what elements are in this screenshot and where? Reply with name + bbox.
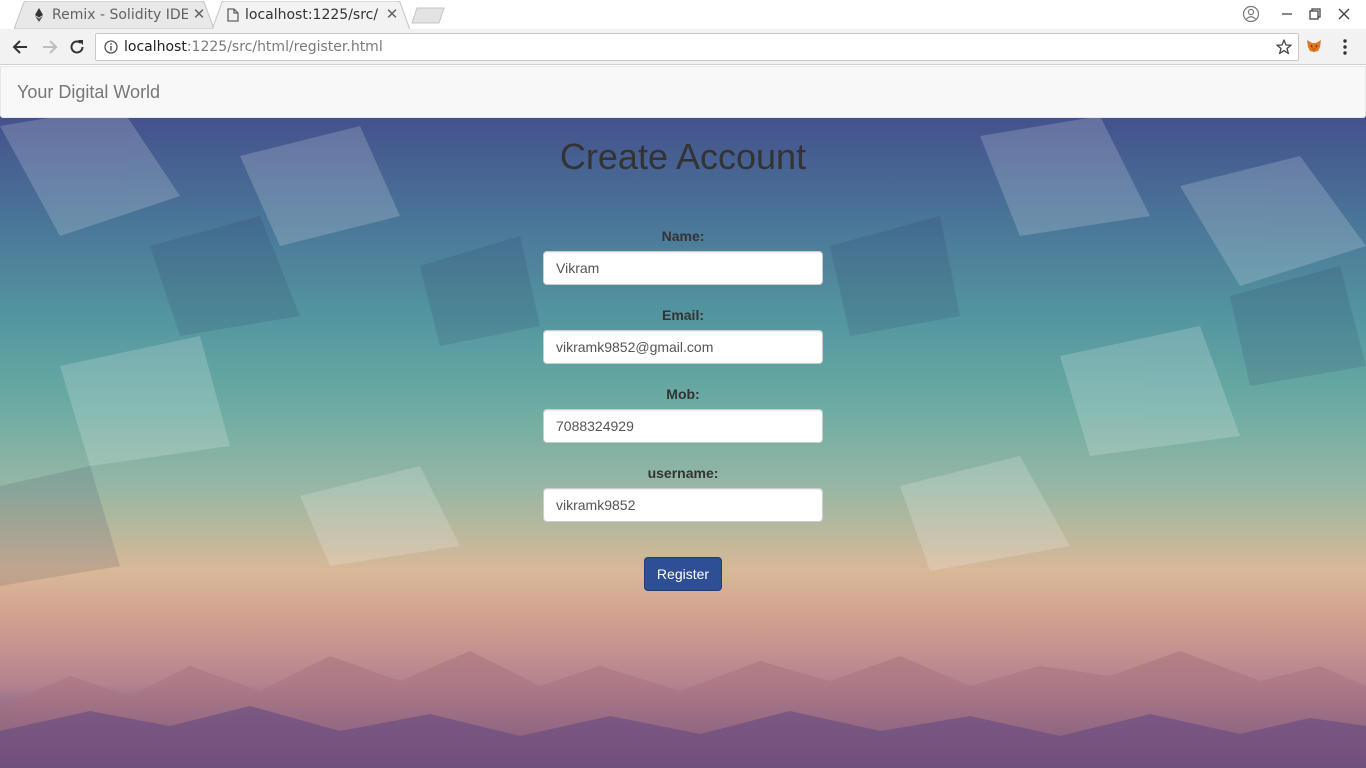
email-label: Email: bbox=[661, 307, 704, 323]
kebab-menu-icon[interactable] bbox=[1336, 37, 1354, 57]
close-icon[interactable] bbox=[1335, 5, 1353, 23]
back-arrow-icon[interactable] bbox=[11, 37, 31, 57]
metamask-fox-icon[interactable] bbox=[1306, 38, 1322, 54]
close-tab-icon[interactable]: ✕ bbox=[192, 7, 206, 22]
reload-icon[interactable] bbox=[67, 37, 87, 57]
tab-title: localhost:1225/src/ bbox=[245, 7, 379, 23]
minimize-icon[interactable] bbox=[1278, 5, 1296, 23]
url-text[interactable]: localhost:1225/src/html/register.html bbox=[124, 39, 383, 55]
navbar-brand[interactable]: Your Digital World bbox=[17, 82, 160, 103]
mob-input[interactable] bbox=[543, 409, 823, 443]
new-tab-button[interactable] bbox=[410, 7, 446, 25]
username-label: username: bbox=[647, 465, 719, 481]
profile-icon[interactable] bbox=[1242, 5, 1260, 23]
email-input[interactable] bbox=[543, 330, 823, 364]
address-bar[interactable]: localhost:1225/src/html/register.html bbox=[95, 33, 1299, 61]
tab-localhost[interactable]: localhost:1225/src/ ✕ bbox=[212, 1, 410, 30]
close-tab-icon[interactable]: ✕ bbox=[385, 7, 399, 22]
name-label: Name: bbox=[661, 228, 705, 244]
forward-arrow-icon[interactable] bbox=[39, 37, 59, 57]
browser-toolbar: localhost:1225/src/html/register.html bbox=[0, 29, 1366, 65]
star-icon[interactable] bbox=[1276, 39, 1292, 55]
page-background: Your Digital World Create Account Name: … bbox=[0, 66, 1366, 768]
name-input[interactable] bbox=[543, 251, 823, 285]
tab-remix[interactable]: Remix - Solidity IDE ✕ bbox=[14, 1, 214, 29]
page-icon bbox=[227, 8, 239, 22]
username-input[interactable] bbox=[543, 488, 823, 522]
url-host: localhost bbox=[124, 39, 187, 55]
register-button[interactable]: Register bbox=[644, 557, 722, 591]
tab-title: Remix - Solidity IDE bbox=[52, 7, 188, 23]
url-path: :1225/src/html/register.html bbox=[186, 39, 383, 55]
restore-icon[interactable] bbox=[1306, 5, 1324, 23]
info-icon[interactable] bbox=[104, 40, 118, 54]
tab-strip: Remix - Solidity IDE ✕ localhost:1225/sr… bbox=[0, 0, 1366, 30]
navbar: Your Digital World bbox=[0, 66, 1366, 118]
mob-label: Mob: bbox=[666, 386, 700, 402]
page-title: Create Account bbox=[559, 136, 807, 177]
ethereum-icon bbox=[35, 8, 43, 22]
